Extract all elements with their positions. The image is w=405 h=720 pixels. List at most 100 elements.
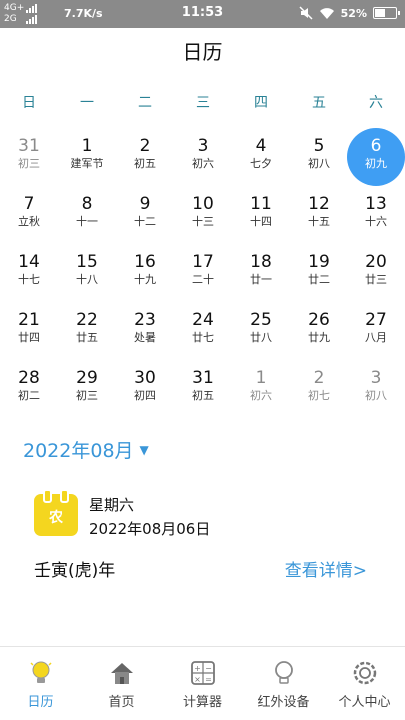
tab-calculator[interactable]: + − × = 计算器 <box>162 659 243 710</box>
calendar-day[interactable]: 7 立秋 <box>0 186 58 244</box>
calendar-day[interactable]: 1 初六 <box>232 360 290 418</box>
calendar-day[interactable]: 13 十六 <box>347 186 405 244</box>
tab-home[interactable]: 首页 <box>81 659 162 710</box>
weekday-label: 日 <box>22 95 36 111</box>
calendar-day[interactable]: 19 廿二 <box>290 244 348 302</box>
lunar-date: 初三 <box>76 389 98 402</box>
view-details-link[interactable]: 查看详情> <box>285 556 367 581</box>
day-number: 3 <box>370 368 382 388</box>
tab-label: 个人中心 <box>338 695 391 710</box>
day-number: 27 <box>365 310 387 330</box>
status-bar: 4G+ 2G 7.7K/s 11:53 52% <box>0 0 405 28</box>
day-number: 25 <box>250 310 272 330</box>
day-number: 23 <box>134 310 156 330</box>
tab-profile[interactable]: 个人中心 <box>324 659 405 710</box>
lunar-date: 十五 <box>308 215 330 228</box>
calendar-day[interactable]: 18 廿一 <box>232 244 290 302</box>
day-number: 28 <box>18 368 40 388</box>
calendar-day[interactable]: 14 十七 <box>0 244 58 302</box>
lunar-date: 初八 <box>365 389 387 402</box>
day-number: 18 <box>250 252 272 272</box>
day-number: 26 <box>308 310 330 330</box>
day-number: 2 <box>313 368 325 388</box>
lunar-date: 廿八 <box>250 331 272 344</box>
calendar-day[interactable]: 20 廿三 <box>347 244 405 302</box>
home-icon <box>110 663 133 684</box>
lunar-date: 初六 <box>250 389 272 402</box>
tab-label: 红外设备 <box>257 695 310 710</box>
calendar-day[interactable]: 23 处暑 <box>116 302 174 360</box>
calendar-day[interactable]: 2 初七 <box>290 360 348 418</box>
lunar-date: 廿九 <box>308 331 330 344</box>
weekday-label: 六 <box>369 95 383 111</box>
lunar-date: 初四 <box>134 389 156 402</box>
selected-date-info: 农 星期六 2022年08月06日 <box>34 489 374 552</box>
calendar-day[interactable]: 29 初三 <box>58 360 116 418</box>
wifi-icon <box>319 7 334 19</box>
calendar-day[interactable]: 25 廿八 <box>232 302 290 360</box>
calendar-day[interactable]: 16 十九 <box>116 244 174 302</box>
svg-text:×: × <box>194 675 201 684</box>
lunar-calendar-icon: 农 <box>34 489 78 536</box>
calendar-day[interactable]: 2 初五 <box>116 128 174 186</box>
lunar-date: 八月 <box>365 331 387 344</box>
lunar-date: 十六 <box>365 215 387 228</box>
calendar-day[interactable]: 31 初五 <box>174 360 232 418</box>
calendar-day[interactable]: 9 十二 <box>116 186 174 244</box>
calendar-day[interactable]: 21 廿四 <box>0 302 58 360</box>
dropdown-arrow-icon: ▼ <box>139 442 149 457</box>
calendar-icon-glyph: 农 <box>49 510 63 526</box>
day-number: 3 <box>197 136 209 156</box>
day-number: 12 <box>308 194 330 214</box>
svg-text:−: − <box>205 664 212 673</box>
calendar-day[interactable]: 3 初六 <box>174 128 232 186</box>
calendar-day[interactable]: 30 初四 <box>116 360 174 418</box>
day-number: 19 <box>308 252 330 272</box>
ganzhi-year: 壬寅(虎)年 <box>34 561 116 581</box>
tab-calendar[interactable]: 日历 <box>0 659 81 710</box>
lunar-date: 十一 <box>76 215 98 228</box>
day-number: 9 <box>139 194 151 214</box>
day-number: 4 <box>255 136 267 156</box>
lunar-date: 廿三 <box>365 273 387 286</box>
month-selector[interactable]: 2022年08月 ▼ <box>23 436 149 463</box>
day-number: 1 <box>255 368 267 388</box>
calendar-day[interactable]: 17 二十 <box>174 244 232 302</box>
calendar-day[interactable]: 8 十一 <box>58 186 116 244</box>
calendar-day[interactable]: 15 十八 <box>58 244 116 302</box>
lunar-date: 立秋 <box>18 215 40 228</box>
tab-label: 首页 <box>108 695 135 710</box>
day-number: 15 <box>76 252 98 272</box>
tab-label: 日历 <box>27 695 54 710</box>
calendar-day[interactable]: 27 八月 <box>347 302 405 360</box>
lunar-date: 廿五 <box>76 331 98 344</box>
calendar-day[interactable]: 26 廿九 <box>290 302 348 360</box>
calendar-day[interactable]: 12 十五 <box>290 186 348 244</box>
day-number: 21 <box>18 310 40 330</box>
calendar-day[interactable]: 1 建军节 <box>58 128 116 186</box>
lunar-date: 廿二 <box>308 273 330 286</box>
calendar-day[interactable]: 5 初八 <box>290 128 348 186</box>
status-right: 52% <box>299 6 400 20</box>
bulb-outline-icon <box>274 661 293 684</box>
calendar-day[interactable]: 11 十四 <box>232 186 290 244</box>
day-number: 7 <box>23 194 35 214</box>
tab-infrared-devices[interactable]: 红外设备 <box>243 659 324 710</box>
calculator-icon: + −× = <box>190 661 215 685</box>
calendar-day[interactable]: 10 十三 <box>174 186 232 244</box>
calendar-day[interactable]: 4 七夕 <box>232 128 290 186</box>
calendar-day[interactable]: 3 初八 <box>347 360 405 418</box>
lunar-date: 初八 <box>308 157 330 170</box>
lunar-date: 初五 <box>134 157 156 170</box>
calendar-day[interactable]: 31 初三 <box>0 128 58 186</box>
day-number: 16 <box>134 252 156 272</box>
calendar-day[interactable]: 22 廿五 <box>58 302 116 360</box>
calendar-day-selected[interactable]: 6 初九 <box>347 128 405 186</box>
tab-label: 计算器 <box>182 695 222 710</box>
battery-percent: 52% <box>340 6 367 20</box>
day-number: 1 <box>81 136 93 156</box>
lunar-date: 十七 <box>18 273 40 286</box>
lunar-date: 十九 <box>134 273 156 286</box>
calendar-day[interactable]: 28 初二 <box>0 360 58 418</box>
calendar-day[interactable]: 24 廿七 <box>174 302 232 360</box>
